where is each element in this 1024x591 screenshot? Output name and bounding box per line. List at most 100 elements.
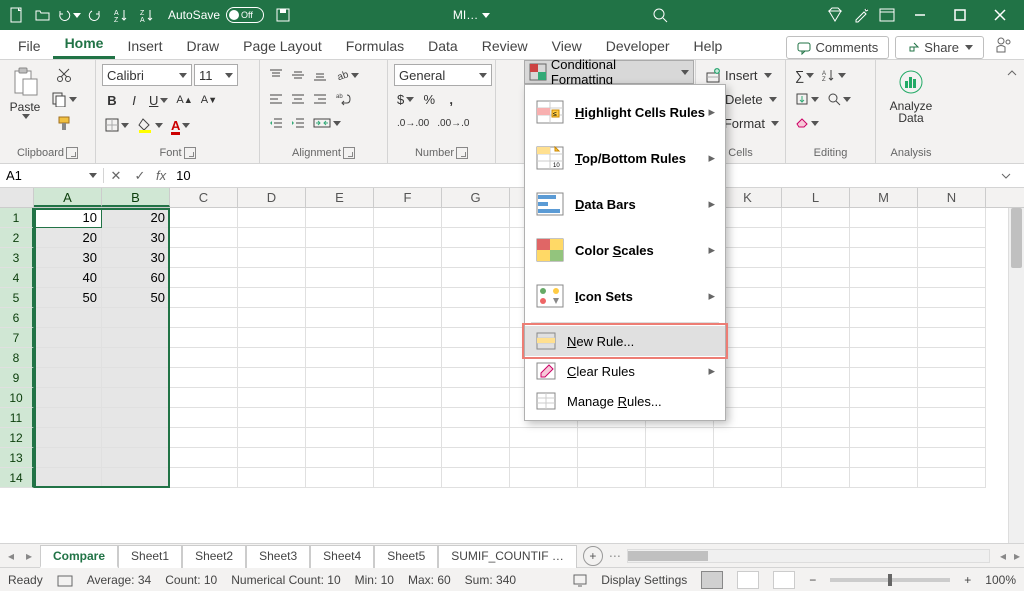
cell[interactable] [714,448,782,468]
cell[interactable] [238,248,306,268]
fill-icon[interactable] [792,88,822,110]
cell[interactable] [170,368,238,388]
row-header[interactable]: 13 [0,448,34,468]
cell[interactable] [34,368,102,388]
cell[interactable] [578,428,646,448]
align-center-icon[interactable] [288,88,308,110]
cell[interactable] [918,388,986,408]
cell[interactable] [782,368,850,388]
font-color-icon[interactable]: A [168,114,193,136]
cell[interactable] [238,348,306,368]
tab-view[interactable]: View [540,32,594,59]
cell[interactable] [442,448,510,468]
cell[interactable] [442,268,510,288]
cell[interactable] [918,468,986,488]
zoom-slider[interactable] [830,578,950,582]
normal-view-button[interactable] [701,571,723,589]
cell[interactable] [170,268,238,288]
cell[interactable] [34,388,102,408]
cell[interactable] [918,348,986,368]
cell[interactable] [374,248,442,268]
zoom-in-button[interactable]: + [964,573,971,587]
cell[interactable] [918,308,986,328]
menu-color-scales[interactable]: Color Scales ▸ [525,227,725,273]
cell[interactable] [374,448,442,468]
horizontal-scrollbar[interactable] [627,549,990,563]
page-layout-view-button[interactable] [737,571,759,589]
cell[interactable] [34,468,102,488]
cell[interactable]: 20 [34,228,102,248]
cell[interactable] [850,368,918,388]
row-header[interactable]: 9 [0,368,34,388]
cell[interactable] [306,368,374,388]
paste-button[interactable]: Paste [4,62,46,123]
cell[interactable] [850,468,918,488]
cell[interactable] [578,448,646,468]
wrap-text-icon[interactable]: ab [332,88,354,110]
cell[interactable]: 30 [34,248,102,268]
align-left-icon[interactable] [266,88,286,110]
cell[interactable] [306,308,374,328]
row-header[interactable]: 12 [0,428,34,448]
accounting-format-icon[interactable]: $ [394,88,417,110]
cell[interactable] [238,448,306,468]
cell[interactable] [306,248,374,268]
cell[interactable] [850,308,918,328]
collapse-ribbon-icon[interactable] [1002,62,1022,84]
cell[interactable] [918,408,986,428]
cell[interactable]: 20 [102,208,170,228]
hscroll-right[interactable]: ▸ [1010,549,1024,563]
row-header[interactable]: 8 [0,348,34,368]
cell[interactable] [170,348,238,368]
cell[interactable] [782,308,850,328]
share-button[interactable]: Share [895,36,984,59]
cell[interactable] [238,328,306,348]
select-all-corner[interactable] [0,188,34,207]
cell[interactable] [374,428,442,448]
cell[interactable] [646,448,714,468]
increase-decimal-icon[interactable]: .0→.00 [394,112,432,134]
cell[interactable] [850,348,918,368]
decrease-font-icon[interactable]: A▼ [198,89,220,111]
tab-insert[interactable]: Insert [115,32,174,59]
zoom-out-button[interactable]: − [809,573,816,587]
hscroll-left[interactable]: ◂ [996,549,1010,563]
orientation-icon[interactable]: ab [332,64,362,86]
conditional-formatting-button[interactable]: Conditional Formatting [524,60,694,84]
cell[interactable] [238,208,306,228]
autosave-toggle[interactable]: AutoSave Off [168,7,264,23]
expand-formula-bar-icon[interactable] [1000,170,1024,182]
cell[interactable] [102,368,170,388]
cell[interactable] [306,388,374,408]
close-icon[interactable] [980,2,1020,28]
align-top-icon[interactable] [266,64,286,86]
cell[interactable] [442,288,510,308]
tab-data[interactable]: Data [416,32,470,59]
decrease-decimal-icon[interactable]: .00→.0 [434,112,472,134]
cell[interactable] [306,208,374,228]
column-header-G[interactable]: G [442,188,510,207]
borders-icon[interactable] [102,114,132,136]
sort-az-icon[interactable]: AZ [108,2,134,28]
cell[interactable] [850,228,918,248]
align-right-icon[interactable] [310,88,330,110]
cell[interactable] [102,468,170,488]
cell[interactable] [918,428,986,448]
cell[interactable] [374,308,442,328]
cell[interactable] [714,428,782,448]
spreadsheet-grid[interactable]: ABCDEFGHIJKLMN 1102022030330304406055050… [0,188,1024,543]
cell[interactable] [442,328,510,348]
cell[interactable] [510,448,578,468]
cell[interactable] [442,468,510,488]
cell[interactable] [442,428,510,448]
vertical-scrollbar[interactable] [1008,208,1024,543]
minimize-icon[interactable] [900,2,940,28]
tab-page-layout[interactable]: Page Layout [231,32,334,59]
add-sheet-button[interactable]: + [583,546,603,566]
redo-icon[interactable] [82,2,108,28]
font-name-combo[interactable]: Calibri [102,64,192,86]
fx-icon[interactable]: fx [152,168,170,183]
cell[interactable] [442,308,510,328]
cell[interactable] [646,468,714,488]
cell[interactable] [34,328,102,348]
